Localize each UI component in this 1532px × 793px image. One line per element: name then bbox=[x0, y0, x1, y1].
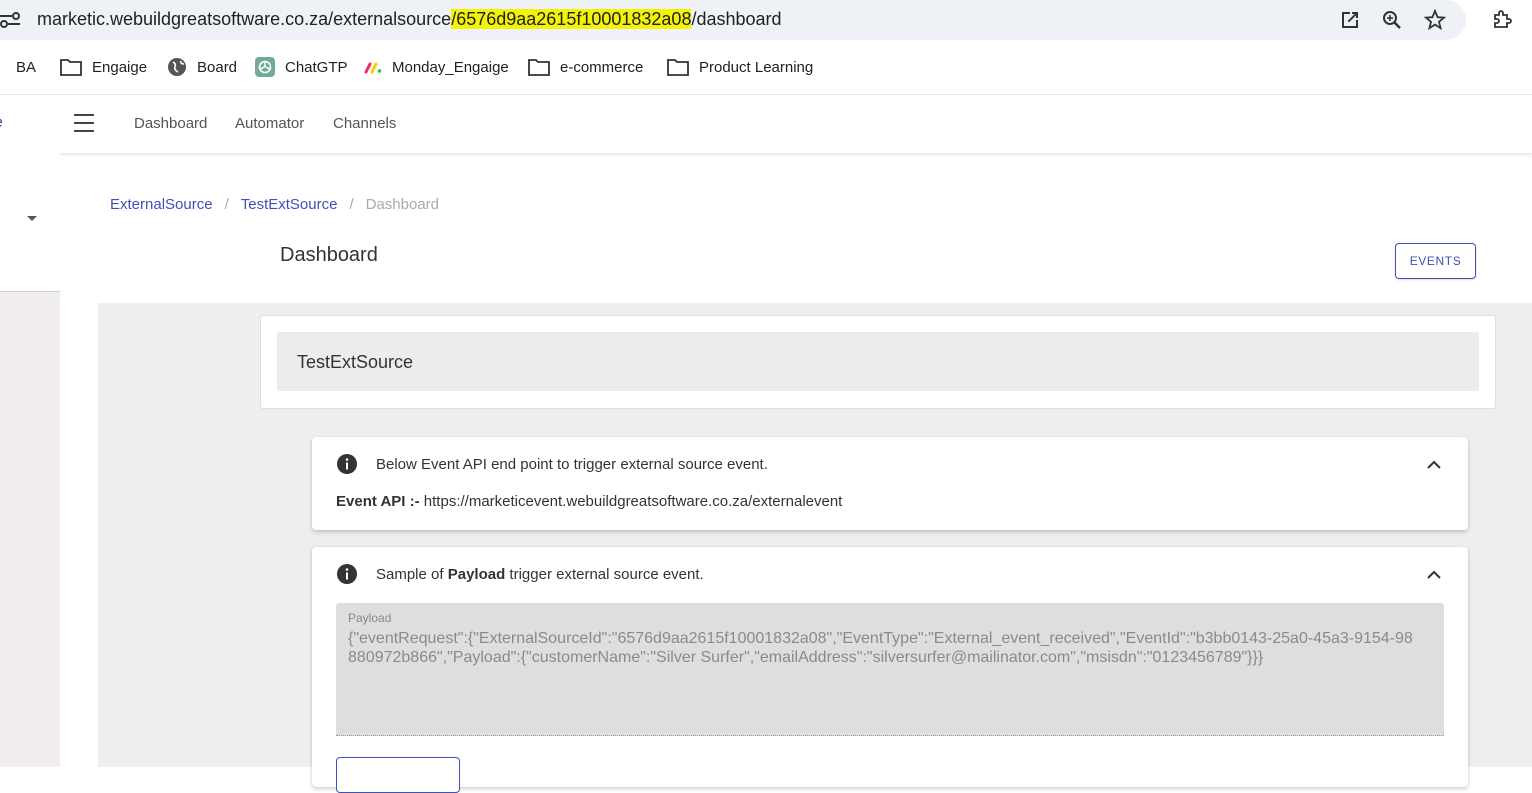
payload-field-value: {"eventRequest":{"ExternalSourceId":"657… bbox=[348, 630, 1413, 666]
payload-panel: Sample of Payload trigger external sourc… bbox=[312, 547, 1468, 793]
site-info-icon[interactable] bbox=[0, 9, 22, 31]
bookmark-label: Product Learning bbox=[699, 58, 814, 76]
open-external-icon[interactable] bbox=[1338, 8, 1362, 32]
payload-action-button[interactable] bbox=[336, 757, 460, 793]
info-icon bbox=[337, 454, 357, 474]
bookmark-board[interactable]: Board bbox=[167, 56, 237, 78]
chevron-up-icon[interactable] bbox=[1426, 567, 1442, 583]
source-name-box: TestExtSource bbox=[277, 332, 1479, 391]
chatgpt-icon bbox=[255, 57, 275, 77]
breadcrumb-separator: / bbox=[224, 196, 229, 213]
breadcrumb: ExternalSource / TestExtSource / Dashboard bbox=[110, 196, 439, 213]
nav-dashboard[interactable]: Dashboard bbox=[134, 115, 207, 132]
bookmark-engaige[interactable]: Engaige bbox=[60, 56, 147, 78]
events-button[interactable]: EVENTS bbox=[1395, 243, 1476, 279]
bookmark-label: BA bbox=[16, 58, 37, 76]
bookmark-ba[interactable]: BA bbox=[0, 56, 36, 78]
bookmark-label: ChatGTP bbox=[285, 58, 348, 76]
page-title: Dashboard bbox=[280, 244, 378, 266]
globe-icon bbox=[168, 58, 186, 76]
folder-icon bbox=[60, 59, 82, 76]
source-name: TestExtSource bbox=[297, 352, 414, 372]
payload-heading-post: trigger external source event. bbox=[505, 565, 704, 583]
payload-field-label: Payload bbox=[348, 611, 392, 625]
payload-field[interactable]: Payload {"eventRequest":{"ExternalSource… bbox=[336, 603, 1444, 736]
breadcrumb-current: Dashboard bbox=[365, 196, 440, 213]
url-prefix: marketic.webuildgreatsoftware.co.za/exte… bbox=[37, 9, 452, 29]
bookmark-label: Engaige bbox=[92, 58, 148, 76]
event-api-panel: Below Event API end point to trigger ext… bbox=[312, 437, 1468, 530]
bookmarks-bar: BA Engaige Board ChatGTP Monday_Engaige … bbox=[0, 40, 1532, 95]
menu-toggle-icon[interactable] bbox=[74, 114, 94, 132]
source-card: TestExtSource bbox=[260, 315, 1496, 409]
event-api-line: Event API :- https://marketicevent.webui… bbox=[336, 493, 842, 510]
monday-icon bbox=[364, 62, 382, 74]
url-text[interactable]: marketic.webuildgreatsoftware.co.za/exte… bbox=[37, 8, 782, 30]
bookmark-label: Monday_Engaige bbox=[392, 58, 509, 76]
caret-down-icon[interactable] bbox=[27, 216, 37, 221]
folder-icon bbox=[528, 59, 550, 76]
app-header: e Dashboard Automator Channels bbox=[0, 95, 1532, 153]
breadcrumb-separator: / bbox=[349, 196, 354, 213]
payload-panel-header[interactable]: Sample of Payload trigger external sourc… bbox=[336, 563, 704, 585]
bookmark-e-commerce[interactable]: e-commerce bbox=[528, 56, 643, 78]
sidebar-selector[interactable] bbox=[0, 153, 60, 292]
event-api-panel-header[interactable]: Below Event API end point to trigger ext… bbox=[336, 453, 768, 475]
browser-address-bar: marketic.webuildgreatsoftware.co.za/exte… bbox=[0, 0, 1532, 40]
event-api-label: Event API :- bbox=[336, 493, 420, 510]
bookmark-chatgtp[interactable]: ChatGTP bbox=[255, 56, 348, 78]
url-highlighted-segment: /6576d9aa2615f10001832a08 bbox=[451, 9, 692, 29]
bookmark-product-learning[interactable]: Product Learning bbox=[667, 56, 813, 78]
info-icon bbox=[337, 564, 357, 584]
extensions-icon[interactable] bbox=[1490, 8, 1514, 32]
brand-logo-fragment[interactable]: e bbox=[0, 114, 3, 132]
url-suffix: /dashboard bbox=[691, 9, 782, 29]
bookmark-label: Board bbox=[197, 58, 238, 76]
nav-automator[interactable]: Automator bbox=[235, 115, 304, 132]
event-api-url: https://marketicevent.webuildgreatsoftwa… bbox=[423, 493, 843, 510]
bookmark-monday-engaige[interactable]: Monday_Engaige bbox=[364, 56, 509, 78]
payload-heading: Sample of Payload trigger external sourc… bbox=[376, 566, 704, 583]
payload-heading-pre: Sample of bbox=[376, 565, 448, 583]
nav-channels[interactable]: Channels bbox=[333, 115, 396, 132]
breadcrumb-testextsource[interactable]: TestExtSource bbox=[241, 196, 338, 213]
sidebar bbox=[0, 153, 60, 767]
zoom-icon[interactable] bbox=[1380, 8, 1404, 32]
chevron-up-icon[interactable] bbox=[1426, 457, 1442, 473]
payload-heading-bold: Payload bbox=[447, 565, 506, 583]
folder-icon bbox=[667, 59, 689, 76]
bookmark-label: e-commerce bbox=[560, 58, 644, 76]
event-api-heading: Below Event API end point to trigger ext… bbox=[376, 455, 768, 473]
breadcrumb-externalsource[interactable]: ExternalSource bbox=[110, 196, 213, 213]
star-icon[interactable] bbox=[1423, 8, 1447, 32]
